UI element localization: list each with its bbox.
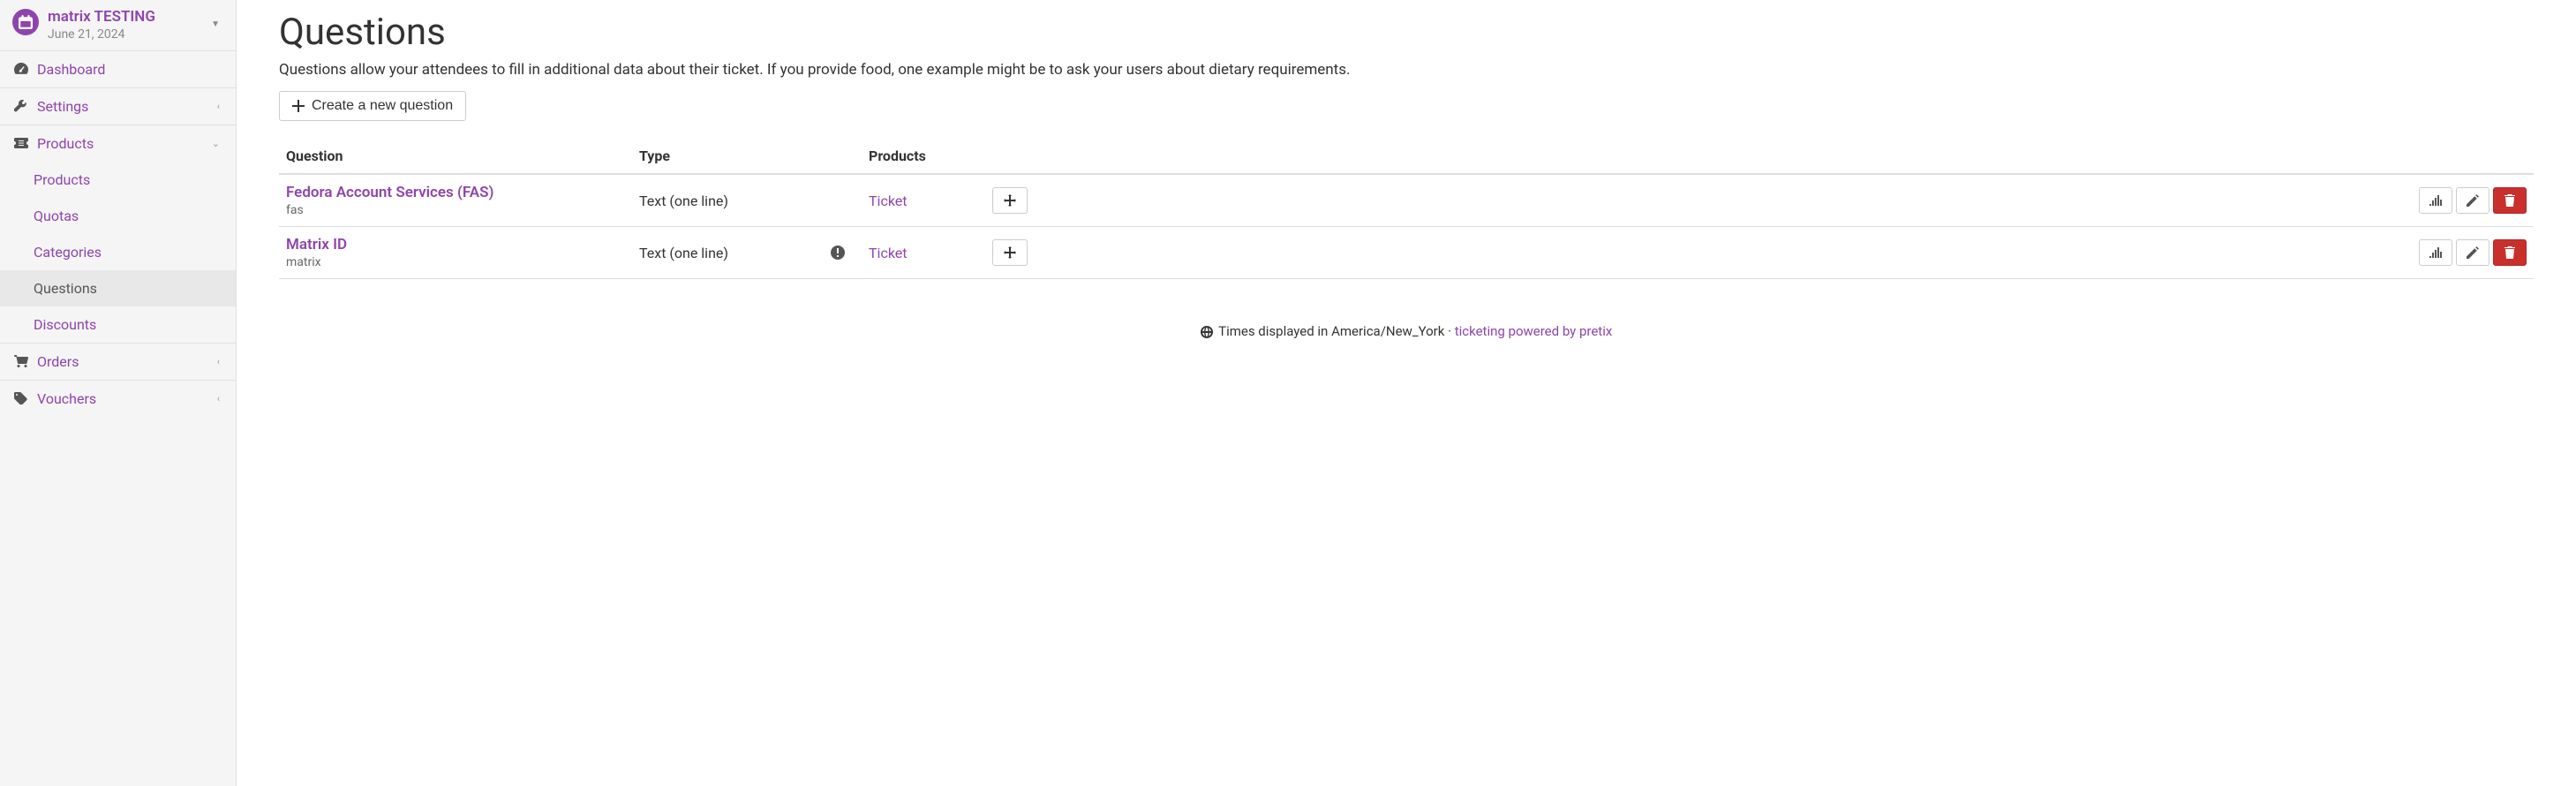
table-header: Question Type Products <box>279 139 2534 175</box>
chevron-left-icon: ‹ <box>217 101 220 112</box>
product-link[interactable]: Ticket <box>869 193 907 209</box>
stats-button[interactable] <box>2419 239 2452 266</box>
tags-icon <box>14 392 32 404</box>
edit-button[interactable] <box>2456 187 2489 214</box>
delete-button[interactable] <box>2493 239 2527 266</box>
nav-label: Orders <box>37 353 79 370</box>
move-icon <box>1004 246 1016 259</box>
footer: Times displayed in America/New_York · ti… <box>279 323 2534 339</box>
nav-sub-categories[interactable]: Categories <box>0 234 236 270</box>
bar-chart-icon <box>2429 247 2442 258</box>
nav-sub-discounts[interactable]: Discounts <box>0 306 236 343</box>
question-slug: matrix <box>286 255 639 269</box>
nav-label: Settings <box>37 98 88 115</box>
question-type: Text (one line) <box>639 245 807 261</box>
trash-icon <box>2504 194 2515 207</box>
question-name-link[interactable]: Fedora Account Services (FAS) <box>286 184 639 201</box>
nav-sub-products[interactable]: Products <box>0 162 236 198</box>
chevron-down-icon: ⌄ <box>212 138 220 149</box>
trash-icon <box>2504 246 2515 259</box>
product-link[interactable]: Ticket <box>869 245 907 261</box>
nav-dashboard[interactable]: Dashboard <box>0 51 236 88</box>
globe-icon <box>1201 326 1213 338</box>
nav-settings[interactable]: Settings ‹ <box>0 88 236 125</box>
move-icon <box>1004 194 1016 207</box>
col-header-type: Type <box>639 147 807 164</box>
timezone-text: Times displayed in America/New_York <box>1218 323 1444 339</box>
cart-icon <box>14 355 32 367</box>
drag-handle[interactable] <box>992 187 1028 214</box>
page-title: Questions <box>279 11 2534 54</box>
page-intro: Questions allow your attendees to fill i… <box>279 61 2534 79</box>
nav-vouchers[interactable]: Vouchers ‹ <box>0 381 236 417</box>
event-switcher[interactable]: matrix TESTING June 21, 2024 ▼ <box>0 0 236 51</box>
table-row: Matrix ID matrix Text (one line) Ticket <box>279 227 2534 279</box>
sidebar: matrix TESTING June 21, 2024 ▼ Dashboard… <box>0 0 237 786</box>
caret-down-icon: ▼ <box>211 19 220 29</box>
delete-button[interactable] <box>2493 187 2527 214</box>
stats-button[interactable] <box>2419 187 2452 214</box>
question-name-link[interactable]: Matrix ID <box>286 236 639 253</box>
wrench-icon <box>14 100 32 112</box>
nav-sub-questions[interactable]: Questions <box>0 270 236 306</box>
create-button-label: Create a new question <box>312 98 453 114</box>
edit-icon <box>2467 194 2479 207</box>
col-header-products: Products <box>869 147 992 164</box>
event-title: matrix TESTING <box>48 9 155 26</box>
chevron-left-icon: ‹ <box>217 393 220 404</box>
question-slug: fas <box>286 203 639 217</box>
nav-sub-quotas[interactable]: Quotas <box>0 198 236 234</box>
nav-label: Dashboard <box>37 61 105 78</box>
question-type: Text (one line) <box>639 193 807 209</box>
nav-orders[interactable]: Orders ‹ <box>0 344 236 381</box>
main-content: Questions Questions allow your attendees… <box>237 0 2576 786</box>
col-header-question: Question <box>286 147 639 164</box>
nav-products[interactable]: Products ⌄ <box>0 125 236 162</box>
nav-label: Products <box>37 135 94 152</box>
create-question-button[interactable]: Create a new question <box>279 91 466 121</box>
warning-icon <box>831 246 845 260</box>
ticket-icon <box>14 138 32 148</box>
chevron-left-icon: ‹ <box>217 356 220 367</box>
event-date: June 21, 2024 <box>48 27 155 42</box>
bar-chart-icon <box>2429 195 2442 206</box>
nav-products-submenu: Products Quotas Categories Questions Dis… <box>0 162 236 344</box>
edit-button[interactable] <box>2456 239 2489 266</box>
pretix-link[interactable]: ticketing powered by pretix <box>1455 323 1613 339</box>
table-row: Fedora Account Services (FAS) fas Text (… <box>279 175 2534 227</box>
dashboard-icon <box>14 63 32 75</box>
drag-handle[interactable] <box>992 239 1028 266</box>
calendar-icon <box>12 9 39 35</box>
questions-table: Question Type Products Fedora Account Se… <box>279 139 2534 279</box>
edit-icon <box>2467 246 2479 259</box>
plus-icon <box>292 100 305 112</box>
nav-label: Vouchers <box>37 390 96 407</box>
